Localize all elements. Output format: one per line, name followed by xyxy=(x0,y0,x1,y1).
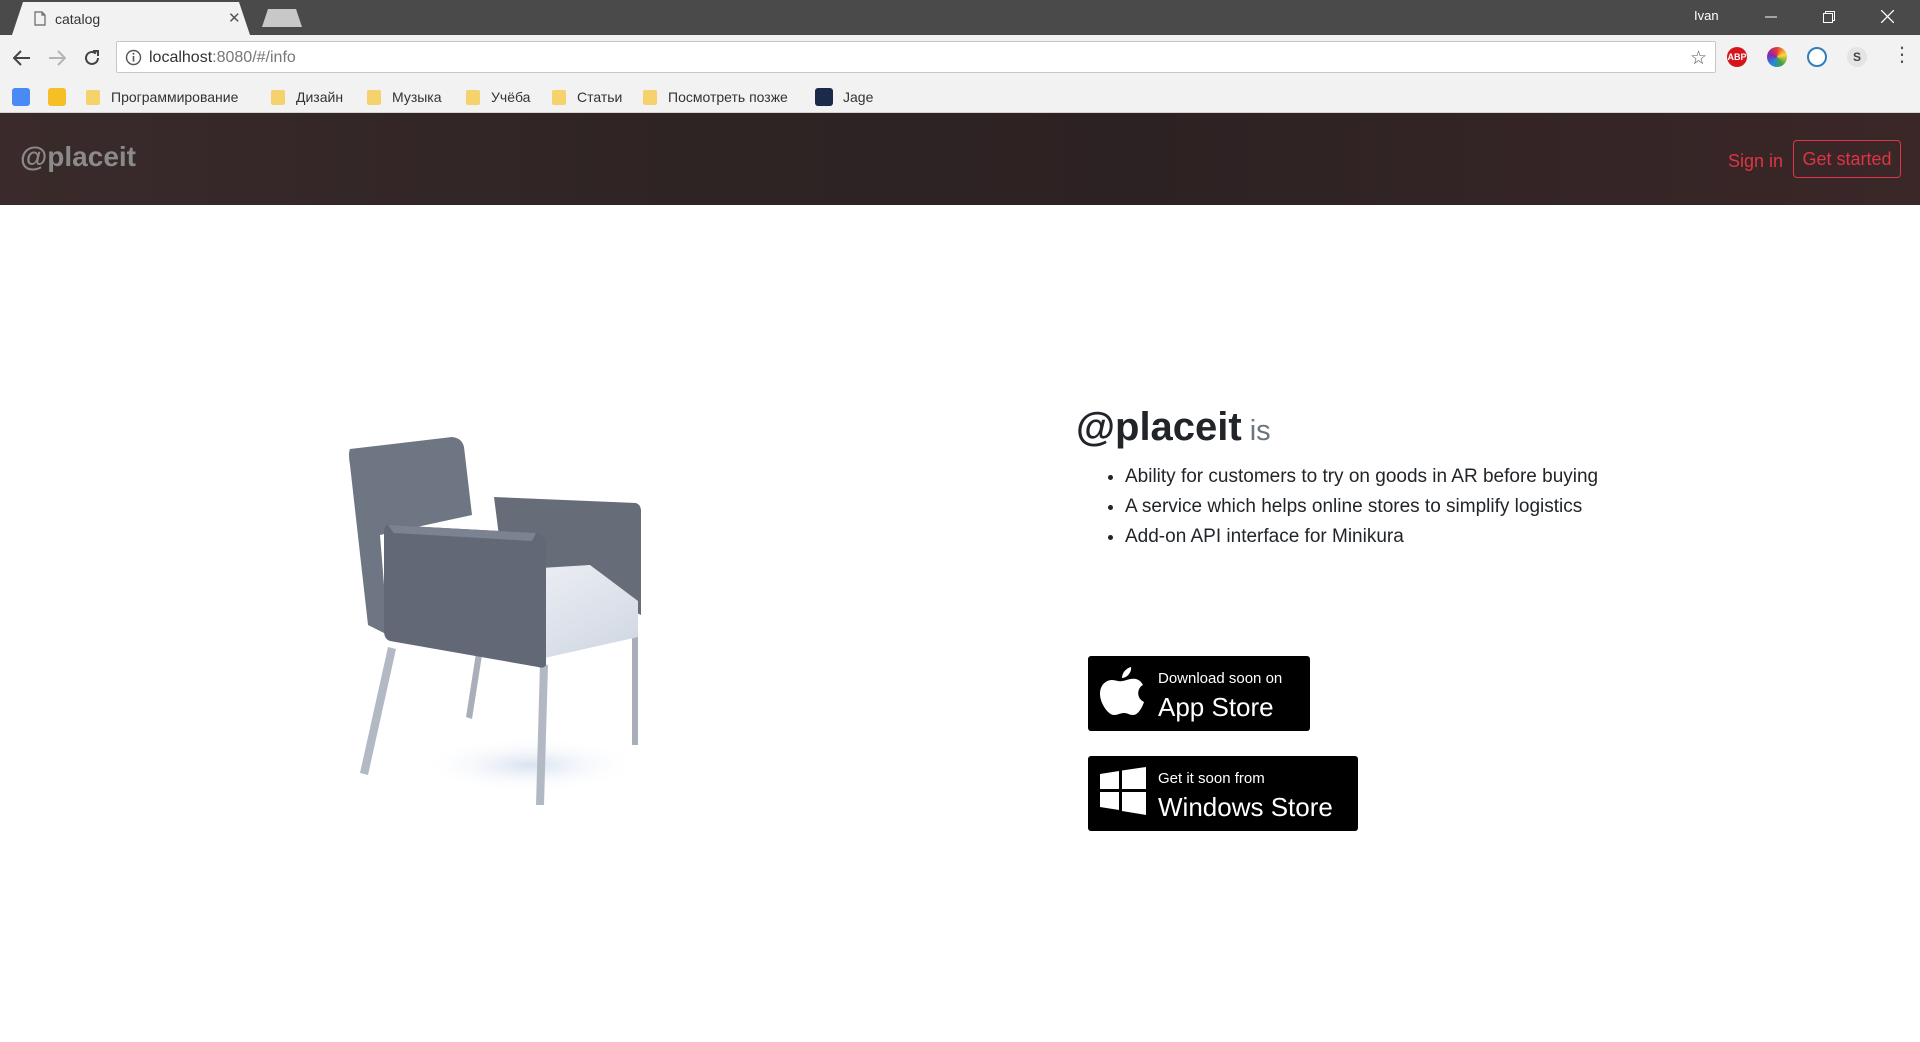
arrow-right-icon xyxy=(49,50,66,66)
bookmarks-bar: Программирование Дизайн Музыка Учёба Ста… xyxy=(0,81,1920,113)
bookmark-label: Jage xyxy=(843,89,874,105)
browser-toolbar: localhost:8080/#/info ☆ ABP S ⋮ xyxy=(0,35,1920,81)
url-host: localhost xyxy=(149,49,213,66)
brand-logo[interactable]: @placeit xyxy=(20,141,136,173)
profile-name[interactable]: Ivan xyxy=(1694,8,1719,23)
bookmark-folder-programming[interactable]: Программирование xyxy=(86,87,238,107)
windows-store-big-text: Windows Store xyxy=(1158,792,1333,822)
keep-icon xyxy=(48,88,66,106)
bookmark-folder-music[interactable]: Музыка xyxy=(367,87,442,107)
close-window-button[interactable] xyxy=(1858,0,1916,33)
apple-icon xyxy=(1100,667,1144,715)
minimize-button[interactable] xyxy=(1742,0,1800,33)
tab-close-icon[interactable]: ✕ xyxy=(228,9,241,27)
close-icon xyxy=(1880,10,1894,23)
info-icon xyxy=(125,49,142,66)
app-store-big-text: App Store xyxy=(1158,692,1274,722)
s-extension-icon[interactable]: S xyxy=(1847,47,1867,67)
minimize-icon xyxy=(1765,16,1777,17)
bookmark-label: Дизайн xyxy=(296,89,344,105)
color-picker-extension-icon[interactable] xyxy=(1767,47,1787,67)
forward-button[interactable] xyxy=(44,45,70,71)
hero-title: @placeit xyxy=(1076,405,1242,449)
browser-tab-active[interactable]: catalog ✕ xyxy=(12,2,250,35)
jage-icon xyxy=(815,88,833,106)
browser-titlebar: catalog ✕ Ivan xyxy=(0,0,1920,35)
bookmark-folder-watch-later[interactable]: Посмотреть позже xyxy=(643,87,788,107)
address-bar[interactable]: localhost:8080/#/info ☆ xyxy=(116,41,1716,73)
app-store-badge[interactable]: Download soon on App Store xyxy=(1088,656,1310,731)
document-icon xyxy=(34,11,46,26)
app-store-small-text: Download soon on xyxy=(1158,670,1283,687)
back-button[interactable] xyxy=(9,45,35,71)
folder-icon xyxy=(86,89,100,105)
s-label: S xyxy=(1852,50,1861,64)
feature-list: Ability for customers to try on goods in… xyxy=(1105,462,1635,552)
bookmark-star-icon[interactable]: ☆ xyxy=(1690,47,1707,70)
bookmark-label: Посмотреть позже xyxy=(668,89,788,105)
bookmark-jage[interactable]: Jage xyxy=(815,87,873,107)
hero-headline: @placeit is xyxy=(1076,405,1271,450)
new-tab-button[interactable] xyxy=(262,9,302,27)
bookmark-label: Музыка xyxy=(392,89,442,105)
adblock-extension-icon[interactable]: ABP xyxy=(1727,47,1747,67)
restore-icon xyxy=(1823,10,1835,23)
bookmark-folder-articles[interactable]: Статьи xyxy=(552,87,622,107)
bookmark-translate[interactable] xyxy=(12,87,30,107)
reload-button[interactable] xyxy=(79,45,105,71)
windows-icon xyxy=(1100,767,1146,815)
reload-icon xyxy=(85,50,99,65)
translate-icon xyxy=(12,88,30,106)
url-text: localhost:8080/#/info xyxy=(149,49,296,67)
chair-image xyxy=(340,425,660,815)
arrow-left-icon xyxy=(13,50,30,66)
abp-label: ABP xyxy=(1727,52,1747,62)
folder-icon xyxy=(552,89,566,105)
bookmark-label: Программирование xyxy=(111,89,239,105)
windows-store-small-text: Get it soon from xyxy=(1158,770,1265,787)
feature-item: A service which helps online stores to s… xyxy=(1125,492,1635,522)
windows-store-badge[interactable]: Get it soon from Windows Store xyxy=(1088,756,1358,831)
bookmark-folder-design[interactable]: Дизайн xyxy=(271,87,343,107)
restore-button[interactable] xyxy=(1800,0,1858,33)
url-path: :8080/#/info xyxy=(212,49,296,66)
tab-title: catalog xyxy=(55,11,101,27)
hero-title-suffix: is xyxy=(1249,415,1271,447)
bookmark-folder-study[interactable]: Учёба xyxy=(466,87,530,107)
folder-icon xyxy=(466,89,480,105)
site-navbar: @placeit Sign in Get started xyxy=(0,113,1920,205)
sign-in-link[interactable]: Sign in xyxy=(1728,151,1783,172)
feature-item: Add-on API interface for Minikura xyxy=(1125,522,1635,552)
drive-extension-icon[interactable] xyxy=(1807,47,1827,67)
folder-icon xyxy=(271,89,285,105)
folder-icon xyxy=(367,89,381,105)
get-started-button[interactable]: Get started xyxy=(1793,140,1901,178)
bookmark-label: Статьи xyxy=(577,89,623,105)
browser-menu-icon[interactable]: ⋮ xyxy=(1892,44,1912,66)
feature-item: Ability for customers to try on goods in… xyxy=(1125,462,1635,492)
folder-icon xyxy=(643,89,657,105)
bookmark-keep[interactable] xyxy=(48,87,66,107)
bookmark-label: Учёба xyxy=(491,89,531,105)
